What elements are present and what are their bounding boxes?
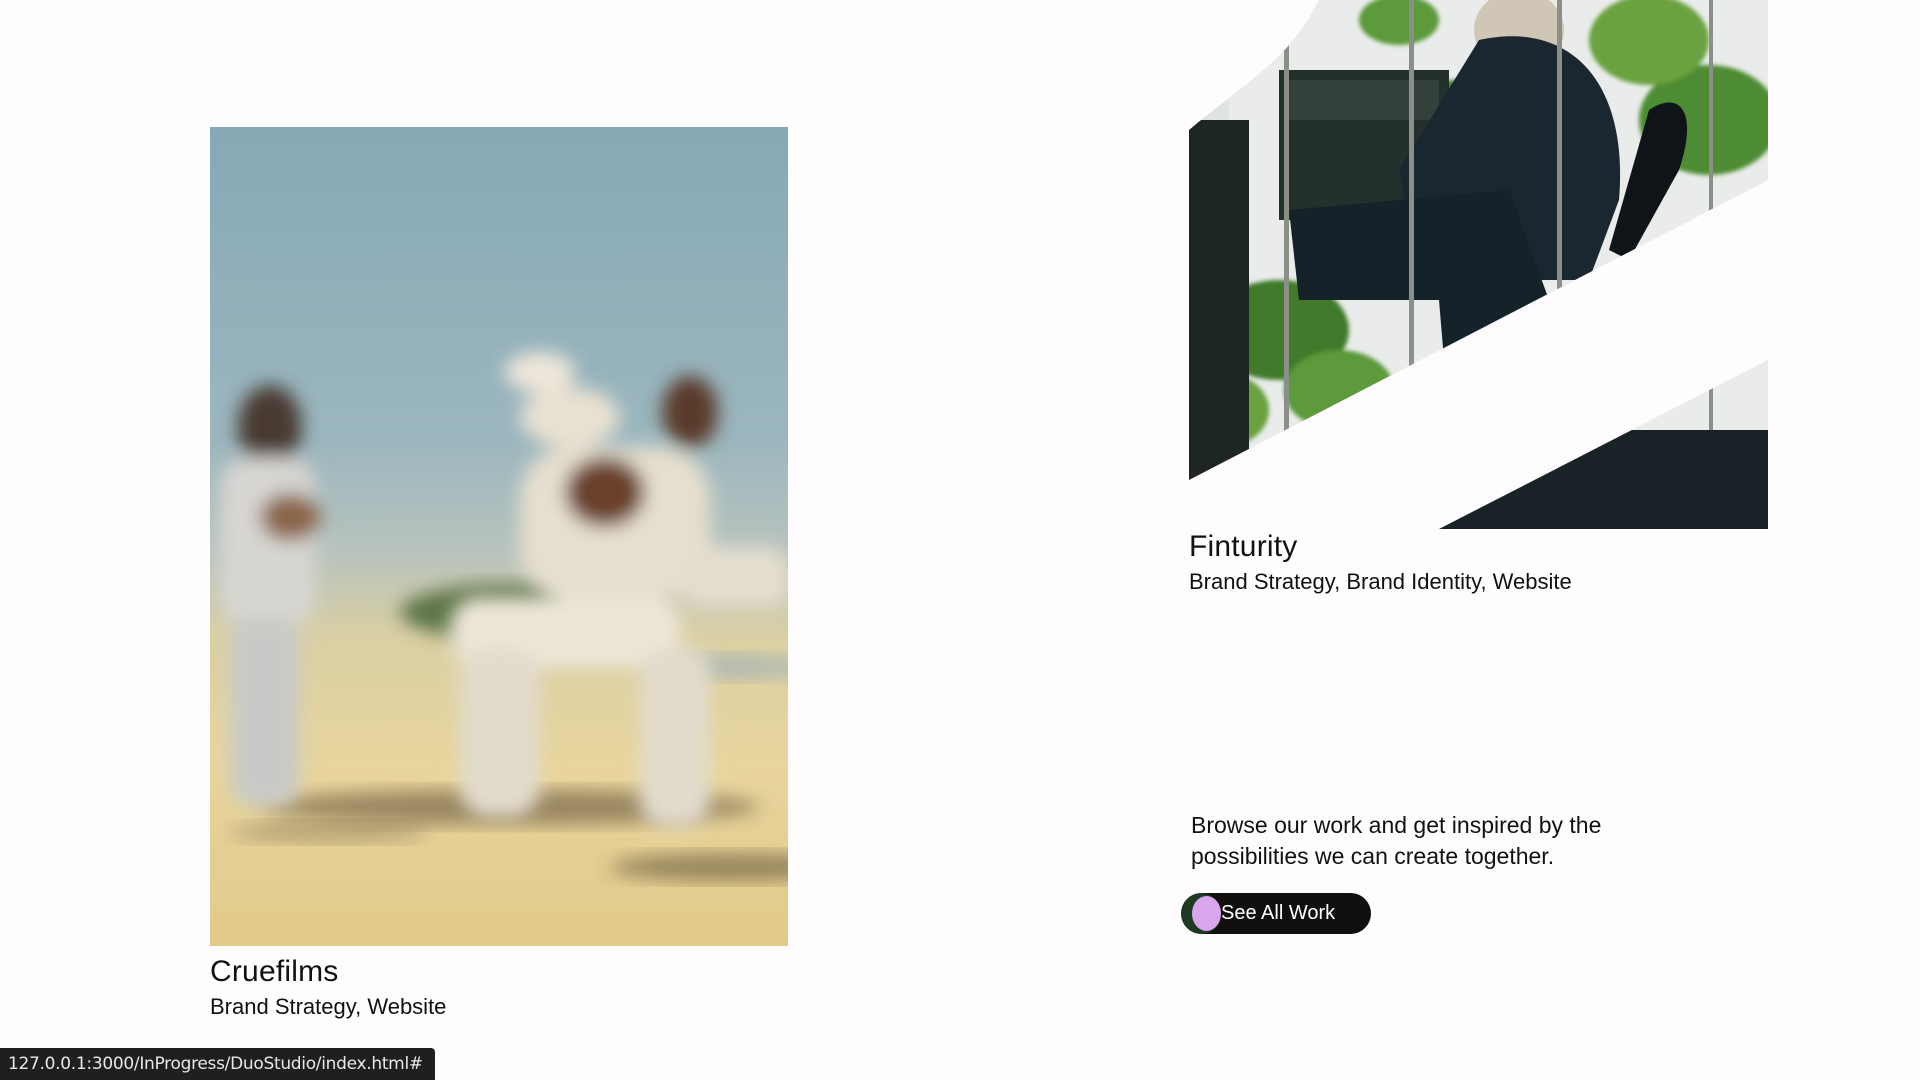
see-all-work-label: See All Work [1221,902,1336,924]
finturity-video-thumbnail[interactable] [1189,0,1768,529]
project-title-finturity[interactable]: Finturity [1189,529,1768,565]
project-tags-cruefilms: Brand Strategy, Website [210,994,447,1019]
page: Cruefilms Brand Strategy, Website Fintur… [0,0,1920,1080]
browse-section: Browse our work and get inspired by the … [1191,810,1711,872]
finturity-image [1189,0,1768,529]
project-tags-finturity: Brand Strategy, Brand Identity, Website [1189,569,1572,594]
project-title-cruefilms[interactable]: Cruefilms [210,954,788,990]
cruefilms-video-thumbnail[interactable] [210,127,788,946]
button-dot-icon [1192,896,1221,931]
see-all-work-button[interactable]: See All Work [1181,893,1371,934]
browse-description: Browse our work and get inspired by the … [1191,812,1602,869]
browser-status-bar: 127.0.0.1:3000/InProgress/DuoStudio/inde… [0,1048,435,1080]
project-card-cruefilms[interactable]: Cruefilms Brand Strategy, Website [210,127,788,1022]
project-card-finturity[interactable]: Finturity Brand Strategy, Brand Identity… [1189,0,1768,597]
cruefilms-image [220,352,788,881]
